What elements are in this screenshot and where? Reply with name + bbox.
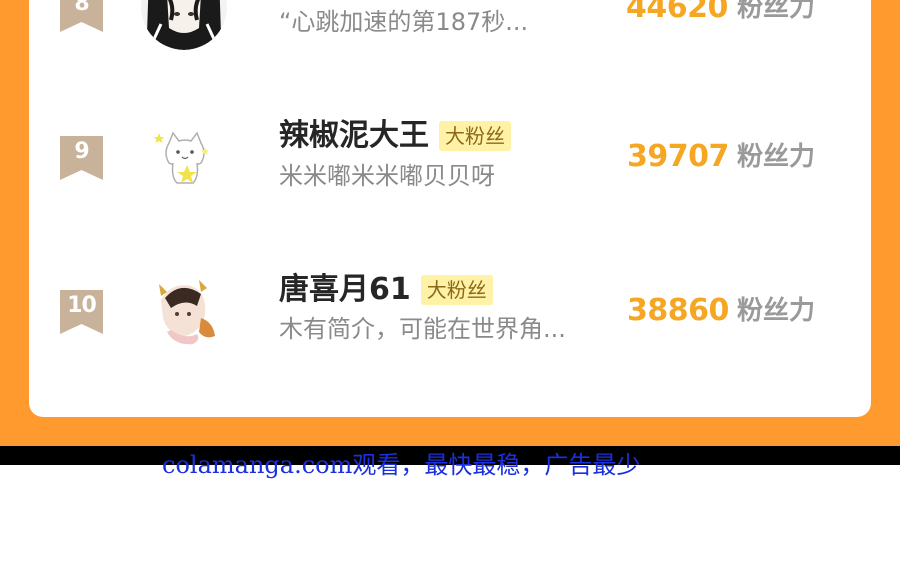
- fan-power-label: 粉丝力: [737, 142, 816, 172]
- ranking-card: 8 “心跳加速的第187秒... 44620 粉丝力 9 辣椒泥大王 大粉丝 米…: [29, 0, 871, 417]
- rank-number: 9: [74, 139, 89, 164]
- user-name-line: 辣椒泥大王 大粉丝: [279, 116, 511, 156]
- fan-power-score: 44620: [626, 0, 728, 25]
- fan-power-score: 38860: [627, 293, 729, 328]
- ranking-row[interactable]: 10 唐喜月61 大粉丝 木有简介，可能在世界角... 38860 粉丝力: [29, 262, 871, 362]
- rank-number: 8: [74, 0, 89, 16]
- rank-bookmark-icon: 9: [60, 136, 103, 180]
- ranking-row[interactable]: 9 辣椒泥大王 大粉丝 米米嘟米米嘟贝贝呀 39707 粉丝力: [29, 108, 871, 208]
- fan-power-label: 粉丝力: [737, 0, 816, 23]
- user-bio: 木有简介，可能在世界角...: [279, 315, 566, 343]
- fan-level-badge: 大粉丝: [439, 121, 511, 151]
- rank-bookmark-icon: 8: [60, 0, 103, 32]
- user-name[interactable]: 唐喜月61: [279, 270, 411, 310]
- rank-number: 10: [67, 293, 97, 318]
- ranking-row[interactable]: 8 “心跳加速的第187秒... 44620 粉丝力: [29, 0, 871, 58]
- user-name-line: 唐喜月61 大粉丝: [279, 270, 493, 310]
- user-bio: 米米嘟米米嘟贝贝呀: [279, 162, 495, 190]
- fan-power-score: 39707: [627, 139, 729, 174]
- fan-power-label: 粉丝力: [737, 296, 816, 326]
- anime-character-avatar-icon[interactable]: [141, 270, 227, 356]
- user-name[interactable]: 辣椒泥大王: [279, 116, 429, 156]
- user-bio: “心跳加速的第187秒...: [279, 8, 529, 36]
- anime-girl-avatar-icon[interactable]: [141, 0, 227, 50]
- cat-sticker-avatar-icon[interactable]: [141, 115, 227, 201]
- rank-bookmark-icon: 10: [60, 290, 103, 334]
- fan-level-badge: 大粉丝: [420, 275, 493, 305]
- site-watermark: colamanga.com观看，最快最稳，广告最少: [162, 451, 641, 479]
